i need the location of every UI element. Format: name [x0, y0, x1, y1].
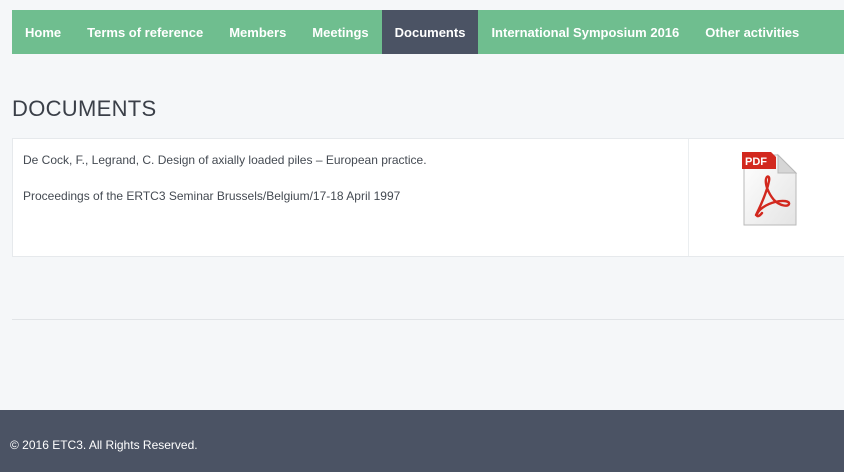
nav-terms-of-reference[interactable]: Terms of reference: [74, 10, 216, 54]
nav-home[interactable]: Home: [12, 10, 74, 54]
footer: © 2016 ETC3. All Rights Reserved.: [0, 410, 844, 472]
nav-meetings[interactable]: Meetings: [299, 10, 381, 54]
document-entry: De Cock, F., Legrand, C. Design of axial…: [12, 138, 844, 257]
document-description: De Cock, F., Legrand, C. Design of axial…: [13, 139, 689, 256]
footer-copyright: © 2016 ETC3. All Rights Reserved.: [10, 438, 198, 452]
pdf-badge-text: PDF: [745, 156, 767, 168]
nav-international-symposium-2016[interactable]: International Symposium 2016: [478, 10, 692, 54]
content-divider: [12, 319, 844, 320]
page-title: DOCUMENTS: [12, 96, 157, 121]
nav-other-activities[interactable]: Other activities: [692, 10, 812, 54]
document-source: Proceedings of the ERTC3 Seminar Brussel…: [23, 189, 401, 203]
pdf-icon: PDF: [742, 152, 798, 226]
main-nav: Home Terms of reference Members Meetings…: [12, 10, 844, 54]
document-citation: De Cock, F., Legrand, C. Design of axial…: [23, 153, 427, 167]
nav-members[interactable]: Members: [216, 10, 299, 54]
nav-documents[interactable]: Documents: [381, 10, 479, 54]
pdf-download-link[interactable]: PDF: [740, 151, 802, 229]
